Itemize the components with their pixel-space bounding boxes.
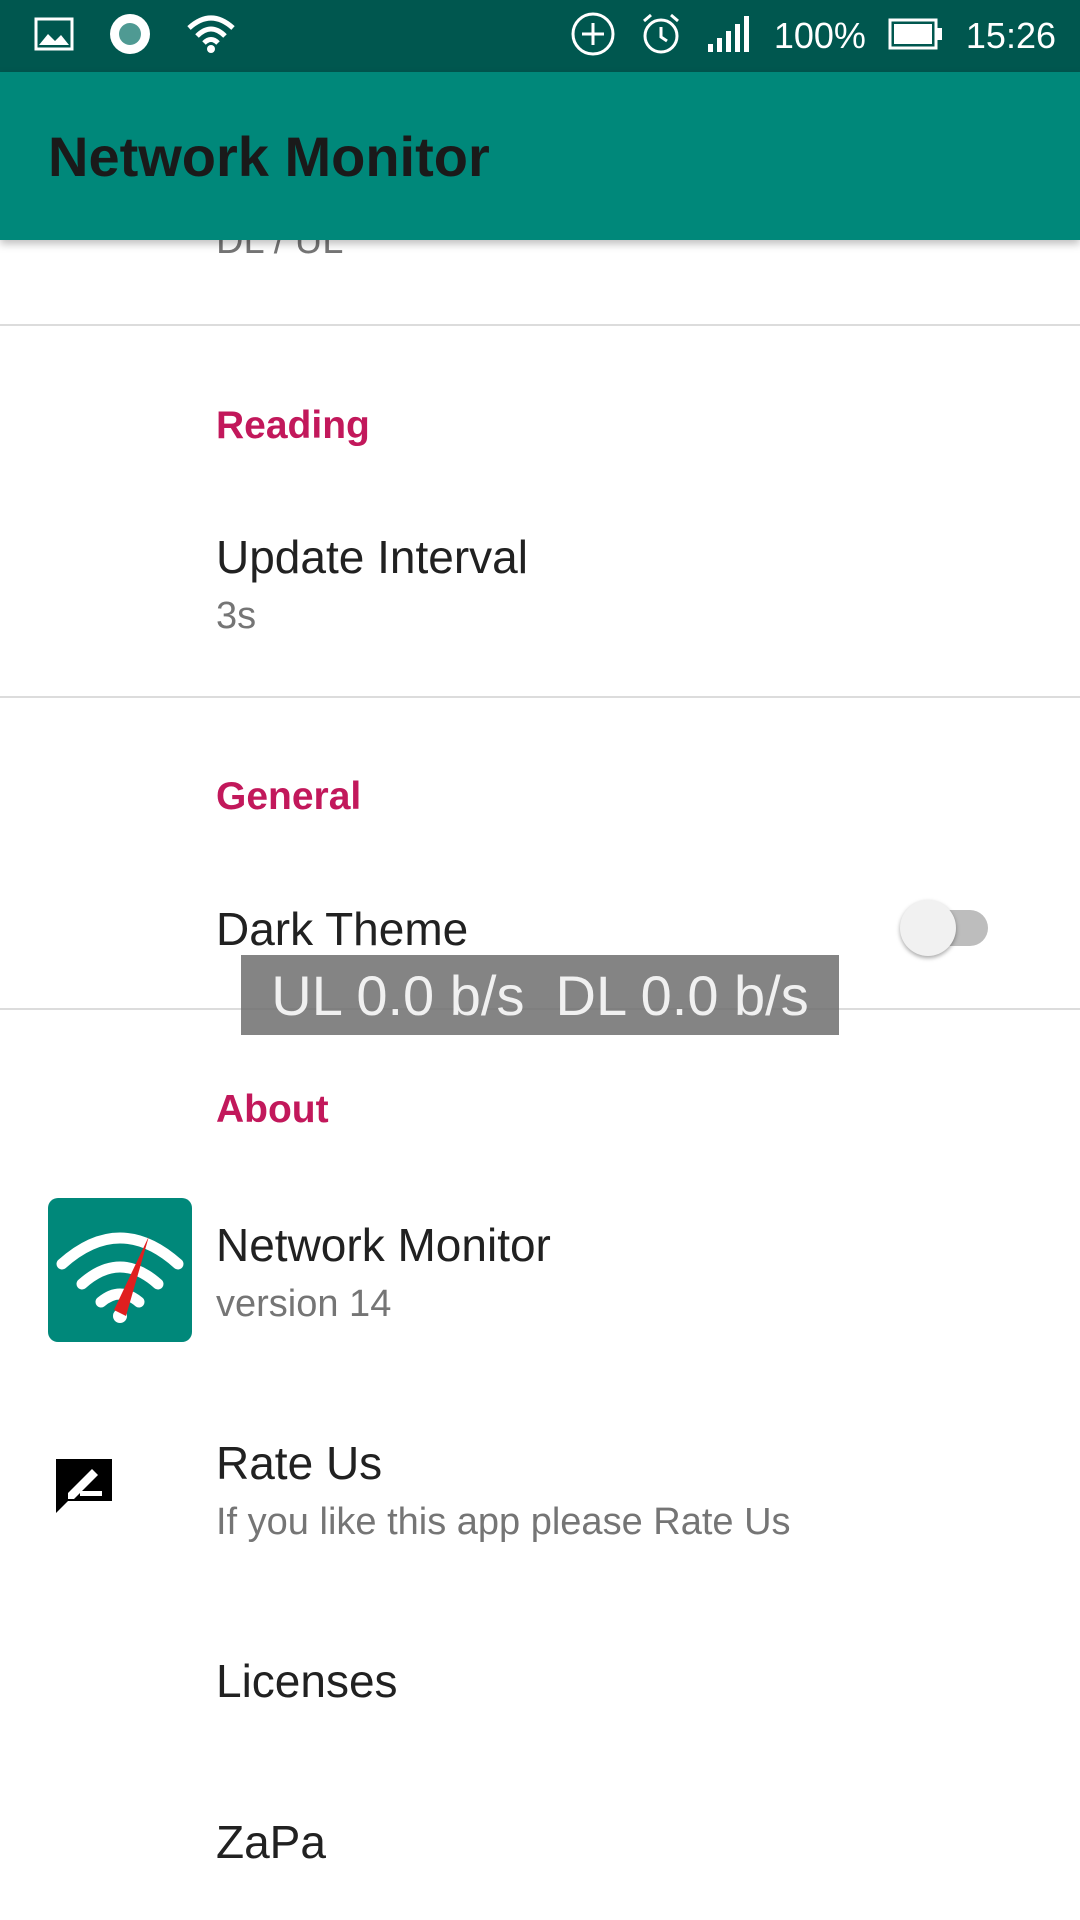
battery-percent: 100% <box>773 15 866 56</box>
switch-thumb <box>900 900 956 956</box>
status-bar: 100% 15:26 <box>0 0 1080 72</box>
signal-icon <box>706 14 752 59</box>
speed-overlay[interactable]: UL 0.0 b/s DL 0.0 b/s <box>241 955 839 1035</box>
app-name-title: Network Monitor <box>216 1219 551 1271</box>
licenses-pref[interactable]: Licenses <box>216 1654 398 1708</box>
image-icon <box>34 17 74 56</box>
zapa-pref[interactable]: ZaPa <box>216 1815 326 1869</box>
category-about: About <box>216 1088 329 1131</box>
dark-theme-title: Dark Theme <box>216 903 469 955</box>
clock: 15:26 <box>965 15 1056 56</box>
app-version-summary: version 14 <box>216 1283 392 1325</box>
update-interval-title: Update Interval <box>216 531 528 583</box>
wifi-icon <box>186 14 236 59</box>
record-icon <box>108 12 152 61</box>
update-interval-summary: 3s <box>216 595 257 637</box>
rate-us-summary: If you like this app please Rate Us <box>216 1501 791 1543</box>
category-general: General <box>216 775 362 818</box>
app-bar: Network Monitor <box>0 72 1080 240</box>
app-title: Network Monitor <box>48 125 490 188</box>
add-circle-icon <box>570 11 616 62</box>
category-reading: Reading <box>216 404 370 447</box>
alarm-icon <box>638 11 684 62</box>
dark-theme-switch[interactable] <box>900 898 1000 958</box>
battery-icon <box>888 18 944 55</box>
divider <box>0 324 1080 326</box>
network-monitor-app-icon <box>48 1198 192 1342</box>
rate-review-icon <box>52 1455 116 1519</box>
rate-us-title: Rate Us <box>216 1437 383 1489</box>
divider <box>0 696 1080 698</box>
partial-pref-summary: DL / UL <box>216 240 344 262</box>
settings-list[interactable]: DL / UL Reading Update Interval 3s Gener… <box>0 240 1080 1920</box>
